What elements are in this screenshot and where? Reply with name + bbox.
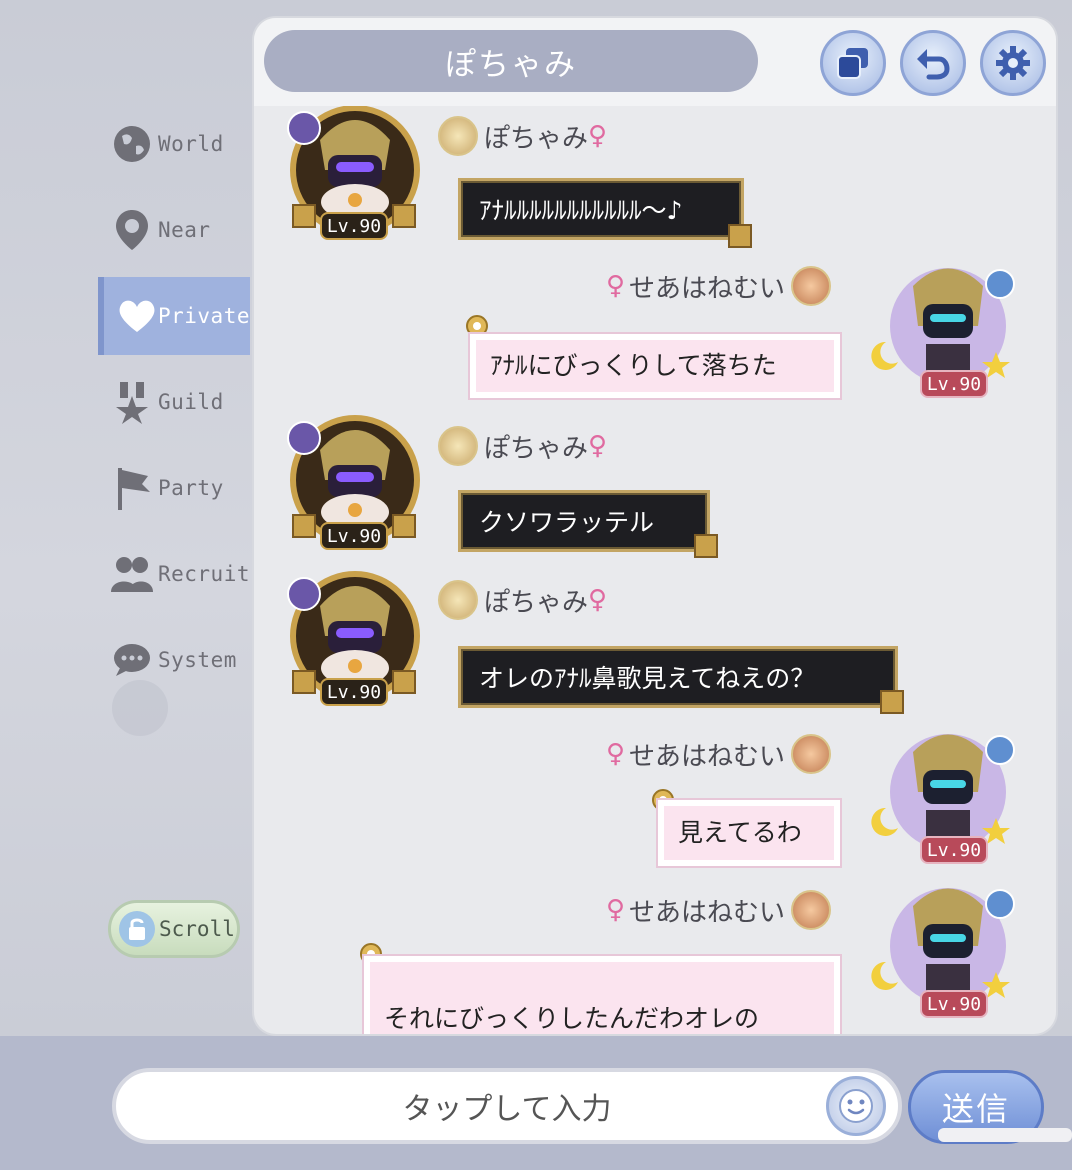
settings-button[interactable]	[980, 30, 1046, 96]
message-bubble[interactable]: それにびっくりしたんだわオレの アカウントが	[364, 956, 840, 1034]
people-icon	[110, 552, 154, 596]
window-toggle-button[interactable]	[820, 30, 886, 96]
female-icon: ♀	[588, 585, 608, 615]
level-badge: Lv.90	[320, 522, 388, 550]
message-text: 見えてるわ	[678, 818, 802, 848]
flag-icon	[110, 466, 154, 510]
message-text: それにびっくりしたんだわオレの アカウントが	[384, 1004, 760, 1034]
sender-name-row: ぽちゃみ ♀	[432, 116, 607, 156]
avatar[interactable]: Lv.90	[280, 566, 430, 716]
tab-recruit-label: Recruit	[157, 562, 250, 586]
sender-name: ぽちゃみ	[484, 433, 589, 464]
tab-private[interactable]: Private	[98, 277, 250, 355]
speech-bubble-icon	[110, 638, 154, 682]
message-bubble[interactable]: ｱﾅﾙにびっくりして落ちた	[470, 334, 840, 398]
avatar[interactable]: Lv.90	[868, 256, 1018, 406]
gift-icon	[392, 670, 416, 694]
tab-guild[interactable]: Guild	[98, 363, 250, 441]
sender-name: ぽちゃみ	[484, 587, 589, 618]
gift-icon	[694, 534, 718, 558]
message-input[interactable]: タップして入力	[112, 1068, 902, 1144]
send-label: 送信	[941, 1090, 1010, 1128]
message-text: オレのｱﾅﾙ鼻歌見えてねえの？	[479, 664, 816, 693]
sender-name-row: ♀ せあはねむい	[606, 734, 837, 774]
sender-name: せあはねむい	[629, 273, 786, 304]
tab-near-label: Near	[158, 218, 211, 242]
sender-name: せあはねむい	[629, 897, 786, 928]
avatar[interactable]: Lv.90	[280, 106, 430, 250]
gift-icon	[292, 514, 316, 538]
chat-partner-title: ぽちゃみ	[264, 30, 758, 92]
message-text: ｱﾅﾙﾙﾙﾙﾙﾙﾙﾙﾙﾙﾙ〜♪	[479, 196, 683, 225]
avatar[interactable]: Lv.90	[868, 876, 1018, 1026]
title-emblem-icon	[791, 266, 832, 306]
gift-icon	[292, 670, 316, 694]
level-badge: Lv.90	[920, 836, 988, 864]
chat-channel-sidebar: World Near Private Guild Party Recruit S…	[98, 100, 250, 720]
female-icon: ♀	[588, 121, 608, 151]
tab-near[interactable]: Near	[98, 191, 250, 269]
home-indicator	[938, 1128, 1072, 1142]
tab-world[interactable]: World	[98, 105, 250, 183]
tab-recruit[interactable]: Recruit	[98, 535, 250, 613]
message-text: クソワラッテル	[479, 508, 655, 537]
message-list[interactable]: Lv.90 ぽちゃみ ♀ ｱﾅﾙﾙﾙﾙﾙﾙﾙﾙﾙﾙﾙ〜♪ ♀ せあはねむい ｱﾅ…	[254, 106, 1056, 1034]
female-icon: ♀	[606, 895, 626, 925]
gear-icon	[996, 46, 1030, 80]
smiley-icon	[839, 1089, 873, 1123]
title-emblem-icon	[438, 580, 478, 620]
sender-name-row: ♀ せあはねむい	[606, 266, 837, 306]
chat-panel: ぽちゃみ Lv.90 ぽちゃみ ♀ ｱﾅﾙﾙﾙﾙﾙﾙﾙﾙﾙﾙﾙ〜♪ ♀ せあはね…	[254, 18, 1056, 1034]
location-pin-icon	[110, 208, 154, 252]
tab-private-label: Private	[157, 304, 250, 328]
tab-guild-label: Guild	[158, 390, 224, 414]
gift-icon	[880, 690, 904, 714]
tab-system-label: System	[158, 648, 237, 672]
sender-name-row: ♀ せあはねむい	[606, 890, 837, 930]
tab-world-label: World	[158, 132, 224, 156]
gift-icon	[728, 224, 752, 248]
title-emblem-icon	[438, 426, 478, 466]
heart-icon	[116, 294, 158, 338]
gift-icon	[392, 204, 416, 228]
message-bubble[interactable]: ｱﾅﾙﾙﾙﾙﾙﾙﾙﾙﾙﾙﾙ〜♪	[458, 178, 744, 240]
input-placeholder: タップして入力	[402, 1092, 612, 1127]
window-icon	[837, 48, 868, 79]
scroll-label: Scroll	[159, 917, 235, 941]
level-badge: Lv.90	[320, 212, 388, 240]
message-bubble[interactable]: オレのｱﾅﾙ鼻歌見えてねえの？	[458, 646, 898, 708]
message-bubble[interactable]: クソワラッテル	[458, 490, 710, 552]
tab-party[interactable]: Party	[98, 449, 250, 527]
female-icon: ♀	[606, 739, 626, 769]
sender-name-row: ぽちゃみ ♀	[432, 580, 607, 620]
scroll-lock-toggle[interactable]: Scroll	[108, 900, 240, 958]
tab-party-label: Party	[158, 476, 224, 500]
avatar[interactable]: Lv.90	[868, 722, 1018, 872]
sender-name-row: ぽちゃみ ♀	[432, 426, 607, 466]
emoji-button[interactable]	[826, 1076, 886, 1136]
unlock-icon	[119, 911, 155, 947]
title-emblem-icon	[438, 116, 478, 156]
female-icon: ♀	[606, 271, 626, 301]
undo-icon	[917, 49, 950, 80]
message-text: ｱﾅﾙにびっくりして落ちた	[490, 351, 777, 381]
guild-emblem-icon	[110, 380, 154, 424]
sender-name: せあはねむい	[629, 741, 786, 772]
title-emblem-icon	[791, 890, 832, 930]
female-icon: ♀	[588, 431, 608, 461]
collapse-arrow-button[interactable]	[112, 680, 168, 736]
gift-icon	[292, 204, 316, 228]
title-emblem-icon	[791, 734, 832, 774]
sender-name: ぽちゃみ	[484, 123, 589, 154]
globe-icon	[110, 122, 154, 166]
gift-icon	[392, 514, 416, 538]
level-badge: Lv.90	[920, 370, 988, 398]
level-badge: Lv.90	[920, 990, 988, 1018]
back-button[interactable]	[900, 30, 966, 96]
chat-header: ぽちゃみ	[254, 18, 1056, 106]
message-bubble[interactable]: 見えてるわ	[658, 800, 840, 866]
level-badge: Lv.90	[320, 678, 388, 706]
avatar[interactable]: Lv.90	[280, 410, 430, 560]
